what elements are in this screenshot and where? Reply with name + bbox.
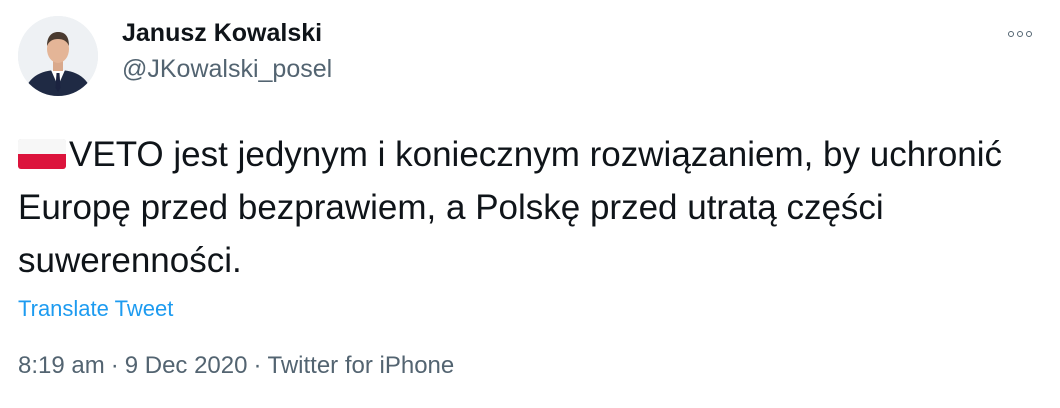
translate-tweet-link[interactable]: Translate Tweet	[18, 296, 173, 322]
tweet-time[interactable]: 8:19 am	[18, 352, 105, 379]
more-horizontal-icon	[1026, 31, 1032, 37]
poland-flag-icon	[18, 139, 66, 169]
avatar[interactable]	[18, 16, 98, 96]
tweet-body: VETO jest jedynym i koniecznym rozwiązan…	[18, 135, 1003, 280]
tweet-card: Janusz Kowalski @JKowalski_posel VETO je…	[0, 0, 1060, 408]
separator: ·	[110, 352, 119, 379]
author-handle[interactable]: @JKowalski_posel	[122, 54, 332, 84]
tweet-text: VETO jest jedynym i koniecznym rozwiązan…	[18, 128, 1028, 287]
more-horizontal-icon	[1008, 31, 1014, 37]
tweet-metadata: 8:19 am · 9 Dec 2020 · Twitter for iPhone	[18, 351, 454, 381]
profile-photo	[18, 16, 98, 96]
tweet-source[interactable]: Twitter for iPhone	[267, 352, 454, 379]
tweet-date[interactable]: 9 Dec 2020	[125, 352, 248, 379]
author-name[interactable]: Janusz Kowalski	[122, 18, 322, 48]
more-options-button[interactable]	[1000, 22, 1040, 46]
more-horizontal-icon	[1017, 31, 1023, 37]
separator: ·	[253, 352, 262, 379]
